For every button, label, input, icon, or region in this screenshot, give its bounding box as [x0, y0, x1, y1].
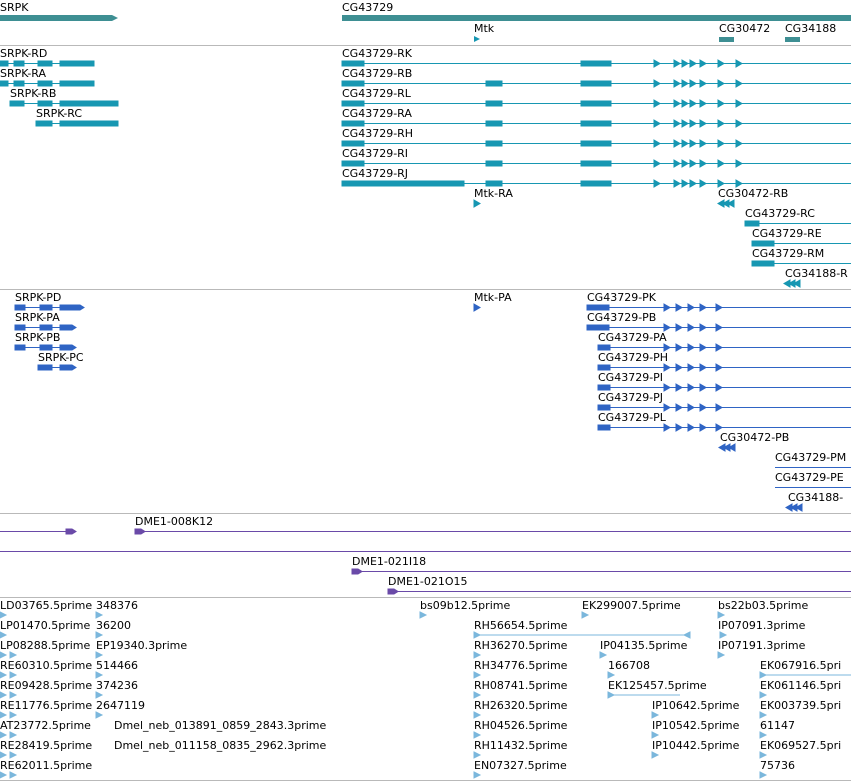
- est-label[interactable]: RH36270.5prime: [474, 640, 567, 652]
- est-label[interactable]: RH34776.5prime: [474, 660, 567, 672]
- est-label[interactable]: EN07327.5prime: [474, 760, 567, 772]
- est-label[interactable]: LD03765.5prime: [0, 600, 92, 612]
- est-label[interactable]: RH04526.5prime: [474, 720, 567, 732]
- est-label[interactable]: EK061146.5pri: [760, 680, 841, 692]
- est-label[interactable]: EK067916.5pri: [760, 660, 841, 672]
- est-label[interactable]: bs09b12.5prime: [420, 600, 510, 612]
- est-label[interactable]: 348376: [96, 600, 138, 612]
- est-label[interactable]: LP01470.5prime: [0, 620, 90, 632]
- est-label[interactable]: 374236: [96, 680, 138, 692]
- est-label[interactable]: RE62011.5prime: [0, 760, 92, 772]
- est-label[interactable]: EK069527.5pri: [760, 740, 841, 752]
- est-label[interactable]: bs22b03.5prime: [718, 600, 808, 612]
- est-label[interactable]: 61147: [760, 720, 795, 732]
- est-label[interactable]: 514466: [96, 660, 138, 672]
- est-label[interactable]: LP08288.5prime: [0, 640, 90, 652]
- est-label[interactable]: RE09428.5prime: [0, 680, 92, 692]
- est-label[interactable]: EK125457.5prime: [608, 680, 707, 692]
- est-label[interactable]: RH26320.5prime: [474, 700, 567, 712]
- est-label[interactable]: RH11432.5prime: [474, 740, 567, 752]
- est-label[interactable]: AT23772.5prime: [0, 720, 91, 732]
- est-label[interactable]: RH08741.5prime: [474, 680, 567, 692]
- est-label[interactable]: Dmel_neb_013891_0859_2843.3prime: [114, 720, 326, 732]
- est-label[interactable]: RE11776.5prime: [0, 700, 92, 712]
- est-label[interactable]: RE28419.5prime: [0, 740, 92, 752]
- est-label[interactable]: IP10442.5prime: [652, 740, 739, 752]
- est-label[interactable]: IP10642.5prime: [652, 700, 739, 712]
- est-label[interactable]: IP07191.3prime: [718, 640, 805, 652]
- est-label[interactable]: RH56654.5prime: [474, 620, 567, 632]
- est-label[interactable]: 166708: [608, 660, 650, 672]
- genome-browser-view: SRPK CG43729 Mtk CG30472 CG34188 SRPK-RD…: [0, 0, 851, 781]
- est-label[interactable]: EK003739.5pri: [760, 700, 841, 712]
- est-label[interactable]: IP07091.3prime: [718, 620, 805, 632]
- est-label[interactable]: 2647119: [96, 700, 145, 712]
- est-label[interactable]: IP10542.5prime: [652, 720, 739, 732]
- est-label[interactable]: Dmel_neb_011158_0835_2962.3prime: [114, 740, 326, 752]
- est-label[interactable]: IP04135.5prime: [600, 640, 687, 652]
- est-label[interactable]: 36200: [96, 620, 131, 632]
- est-label[interactable]: 75736: [760, 760, 795, 772]
- est-label[interactable]: EP19340.3prime: [96, 640, 187, 652]
- est-label[interactable]: RE60310.5prime: [0, 660, 92, 672]
- est-label[interactable]: EK299007.5prime: [582, 600, 681, 612]
